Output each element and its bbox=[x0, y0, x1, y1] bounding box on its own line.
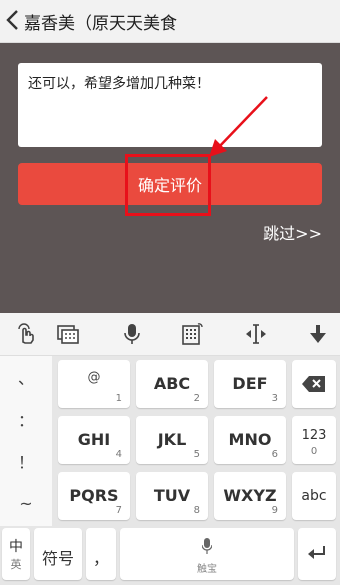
key-label: 123 bbox=[301, 428, 327, 443]
symbol-key[interactable]: ~ bbox=[0, 482, 52, 524]
key-label: @ bbox=[87, 370, 101, 385]
cursor-icon[interactable] bbox=[244, 322, 268, 346]
key-mno[interactable]: MNO 6 bbox=[214, 416, 286, 464]
hide-keyboard-icon[interactable] bbox=[306, 322, 330, 346]
numeric-key[interactable]: 123 0 bbox=[292, 416, 336, 464]
microphone-icon[interactable] bbox=[120, 322, 144, 346]
key-label: ABC bbox=[153, 374, 191, 393]
key-number: 7 bbox=[115, 505, 122, 516]
gesture-icon[interactable] bbox=[14, 322, 38, 346]
key-label: 符号 bbox=[41, 549, 74, 568]
review-panel: 还可以，希望多增加几种菜！ 确定评价 跳过>> bbox=[0, 43, 340, 313]
key-at[interactable]: @ 1 bbox=[58, 360, 130, 408]
microphone-icon bbox=[202, 538, 212, 554]
key-number: 0 bbox=[310, 446, 318, 457]
key-wxyz[interactable]: WXYZ 9 bbox=[214, 472, 286, 520]
key-label: 中 bbox=[9, 539, 23, 555]
space-label: 触宝 bbox=[197, 564, 217, 575]
key-label: TUV bbox=[153, 486, 191, 505]
page-title: 嘉香美（原天天美食 bbox=[24, 14, 177, 34]
key-label: DEF bbox=[232, 374, 268, 393]
backspace-key[interactable] bbox=[292, 360, 336, 408]
numpad-icon[interactable] bbox=[180, 322, 204, 346]
enter-key[interactable] bbox=[298, 528, 336, 580]
key-jkl[interactable]: JKL 5 bbox=[136, 416, 208, 464]
key-label: abc bbox=[301, 488, 327, 504]
space-key[interactable]: 触宝 bbox=[120, 528, 294, 580]
annotation-arrow-icon bbox=[209, 96, 268, 157]
abc-key[interactable]: abc bbox=[292, 472, 336, 520]
key-number: 6 bbox=[271, 449, 278, 460]
key-number: 3 bbox=[271, 393, 278, 404]
key-label: MNO bbox=[228, 430, 272, 449]
key-number: 9 bbox=[271, 505, 278, 516]
symbol-key[interactable]: ： bbox=[0, 398, 52, 440]
backspace-icon bbox=[302, 376, 325, 392]
key-number: 2 bbox=[193, 393, 200, 404]
key-abc[interactable]: ABC 2 bbox=[136, 360, 208, 408]
key-label: WXYZ bbox=[223, 486, 277, 505]
confirm-review-button[interactable]: 确定评价 bbox=[18, 163, 322, 205]
enter-icon bbox=[308, 546, 325, 559]
key-label: JKL bbox=[157, 430, 187, 449]
keyboard-switch-icon[interactable] bbox=[56, 322, 80, 346]
symbols-key[interactable]: 符号 bbox=[34, 528, 82, 580]
back-arrow-icon[interactable] bbox=[4, 9, 22, 31]
language-key[interactable]: 中 英 bbox=[2, 528, 30, 580]
key-number: 5 bbox=[193, 449, 200, 460]
key-number: 1 bbox=[115, 393, 122, 404]
symbol-key[interactable]: 、 bbox=[0, 356, 52, 398]
key-sub-label: 英 bbox=[10, 558, 22, 571]
key-ghi[interactable]: GHI 4 bbox=[58, 416, 130, 464]
key-label: ， bbox=[92, 549, 109, 568]
review-textarea[interactable]: 还可以，希望多增加几种菜！ bbox=[18, 63, 322, 147]
key-pqrs[interactable]: PQRS 7 bbox=[58, 472, 130, 520]
symbol-column: 、 ： ！ ~ bbox=[0, 356, 52, 526]
comma-key[interactable]: ， bbox=[86, 528, 116, 580]
key-tuv[interactable]: TUV 8 bbox=[136, 472, 208, 520]
key-number: 8 bbox=[193, 505, 200, 516]
key-number: 4 bbox=[115, 449, 122, 460]
skip-link[interactable]: 跳过>> bbox=[263, 220, 322, 244]
review-text: 还可以，希望多增加几种菜！ bbox=[28, 76, 210, 92]
key-def[interactable]: DEF 3 bbox=[214, 360, 286, 408]
key-label: PQRS bbox=[69, 486, 119, 505]
app-header: 嘉香美（原天天美食 bbox=[0, 0, 340, 43]
keyboard: 、 ： ！ ~ @ 1 ABC 2 DEF 3 GHI 4 JKL 5 MNO … bbox=[0, 356, 340, 585]
keyboard-toolbar bbox=[0, 313, 340, 356]
symbol-key[interactable]: ！ bbox=[0, 440, 52, 482]
key-label: GHI bbox=[77, 430, 111, 449]
